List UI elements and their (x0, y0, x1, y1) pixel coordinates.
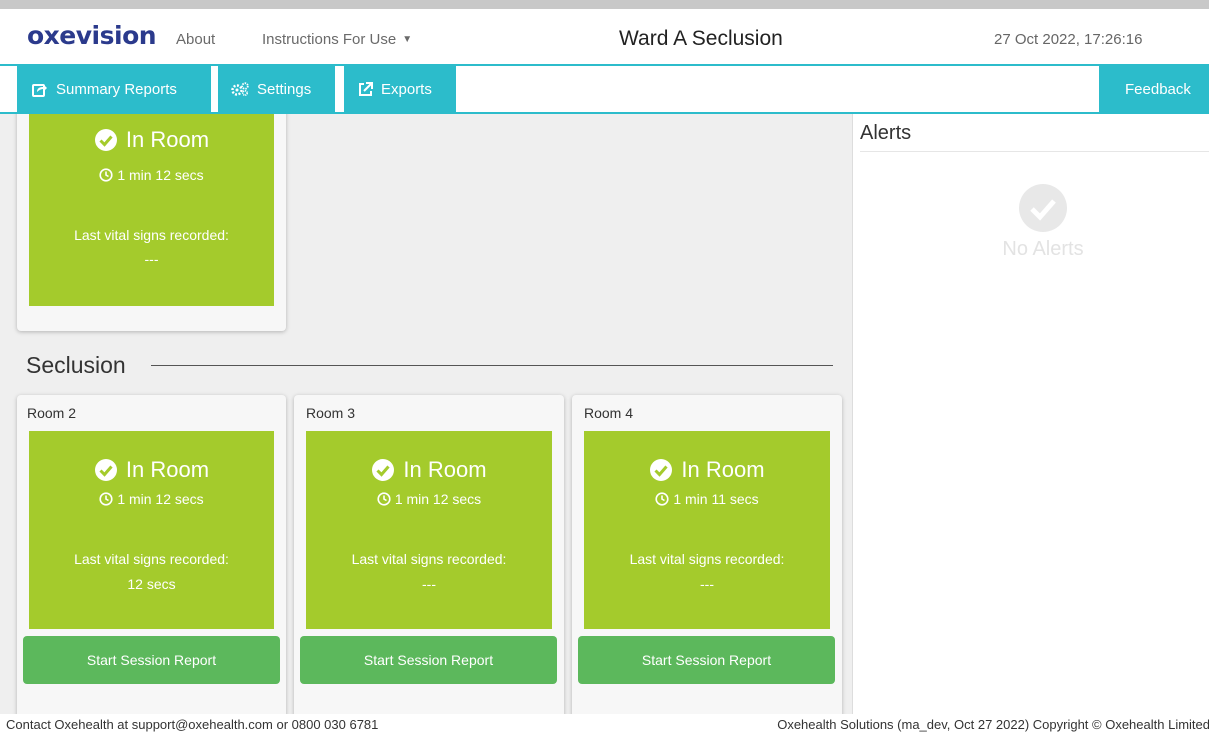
app-window: oxevision About Instructions For Use ▼ Wa… (0, 9, 1209, 735)
vital-signs-value: --- (422, 576, 436, 592)
room-duration: 1 min 12 secs (306, 491, 552, 507)
room-name: Room 3 (306, 405, 356, 421)
room-card: Room 3 In Room 1 min 12 secs Last vital … (294, 395, 564, 714)
room-duration: 1 min 11 secs (584, 491, 830, 507)
room-status-text: In Room (125, 127, 210, 152)
summary-reports-button[interactable]: Summary Reports (17, 66, 211, 112)
vital-signs-value: --- (700, 576, 714, 592)
exports-label: Exports (381, 80, 432, 98)
footer-contact: Contact Oxehealth at support@oxehealth.c… (6, 717, 379, 732)
vital-signs-value: 12 secs (127, 576, 176, 592)
room-name: Room 4 (584, 405, 634, 421)
oxevision-logo[interactable]: oxevision (27, 21, 157, 51)
room-duration: 1 min 12 secs (29, 491, 274, 507)
vital-signs-label: Last vital signs recorded: (74, 227, 229, 243)
room-status-text: In Room (125, 457, 210, 482)
no-alerts-text: No Alerts (1002, 238, 1084, 260)
room-card: Room 2 In Room 1 min 12 secs Last vital … (17, 395, 286, 714)
section-title: Seclusion (26, 352, 126, 378)
nav-instructions-dropdown[interactable]: Instructions For Use ▼ (262, 31, 412, 48)
settings-label: Settings (257, 80, 312, 98)
room-name: Room 2 (27, 405, 77, 421)
room-duration-text: 1 min 11 secs (673, 491, 759, 507)
room-status: In Room (29, 457, 274, 483)
clock-icon (655, 492, 669, 506)
vital-signs-value: --- (144, 251, 159, 267)
footer: Contact Oxehealth at support@oxehealth.c… (0, 714, 1209, 735)
vital-signs-label: Last vital signs recorded: (351, 551, 507, 567)
alerts-divider (860, 151, 1209, 152)
vital-signs-label: Last vital signs recorded: (74, 551, 229, 567)
check-circle-icon (649, 458, 673, 482)
room-duration-text: 1 min 12 secs (394, 491, 482, 507)
footer-copyright: Oxehealth Solutions (ma_dev, Oct 27 2022… (777, 717, 1209, 732)
room-duration-text: 1 min 12 secs (117, 491, 204, 507)
room-status-panel: In Room 1 min 12 secs Last vital signs r… (306, 431, 552, 629)
gears-icon (231, 82, 249, 96)
exports-button[interactable]: Exports (344, 66, 456, 112)
feedback-button[interactable]: Feedback (1099, 66, 1209, 112)
room-status: In Room (306, 457, 552, 483)
alerts-title: Alerts (860, 122, 912, 144)
room-status-panel: In Room 1 min 12 secs Last vital signs r… (29, 431, 274, 629)
room-card: Room 4 In Room 1 min 11 secs Last vital … (572, 395, 842, 714)
current-datetime: 27 Oct 2022, 17:26:16 (994, 31, 1143, 48)
share-icon (32, 82, 48, 97)
check-circle-icon (94, 128, 118, 152)
check-circle-icon (371, 458, 395, 482)
summary-reports-label: Summary Reports (56, 80, 177, 98)
ward-title: Ward A Seclusion (619, 27, 783, 50)
top-header: oxevision About Instructions For Use ▼ Wa… (0, 9, 1209, 64)
start-session-report-button[interactable]: Start Session Report (578, 636, 835, 684)
room-duration: 1 min 12 secs (29, 167, 274, 183)
nav-instructions-label: Instructions For Use (262, 31, 397, 48)
section-divider (151, 365, 833, 366)
room-card-top: In Room 1 min 12 secs Last vital signs r… (17, 114, 286, 331)
room-duration-text: 1 min 12 secs (117, 167, 204, 183)
alerts-panel: Alerts No Alerts (852, 114, 1209, 714)
room-status-text: In Room (681, 457, 765, 482)
nav-about-link[interactable]: About (176, 31, 215, 48)
clock-icon (99, 492, 113, 506)
start-session-report-button[interactable]: Start Session Report (300, 636, 557, 684)
room-status: In Room (29, 127, 274, 153)
room-status-panel: In Room 1 min 11 secs Last vital signs r… (584, 431, 830, 629)
room-status-panel: In Room 1 min 12 secs Last vital signs r… (29, 114, 274, 306)
toolbar: Summary Reports Settings Exports Feedbac… (0, 64, 1209, 114)
rooms-area[interactable]: In Room 1 min 12 secs Last vital signs r… (0, 114, 852, 714)
room-status-text: In Room (403, 457, 487, 482)
settings-button[interactable]: Settings (218, 66, 335, 112)
check-circle-icon (1018, 183, 1068, 238)
check-circle-icon (94, 458, 118, 482)
clock-icon (99, 168, 113, 182)
caret-down-icon: ▼ (402, 34, 413, 45)
vital-signs-label: Last vital signs recorded: (629, 551, 785, 567)
clock-icon (377, 492, 391, 506)
room-status: In Room (584, 457, 830, 483)
start-session-report-button[interactable]: Start Session Report (23, 636, 280, 684)
external-link-icon (358, 81, 373, 97)
